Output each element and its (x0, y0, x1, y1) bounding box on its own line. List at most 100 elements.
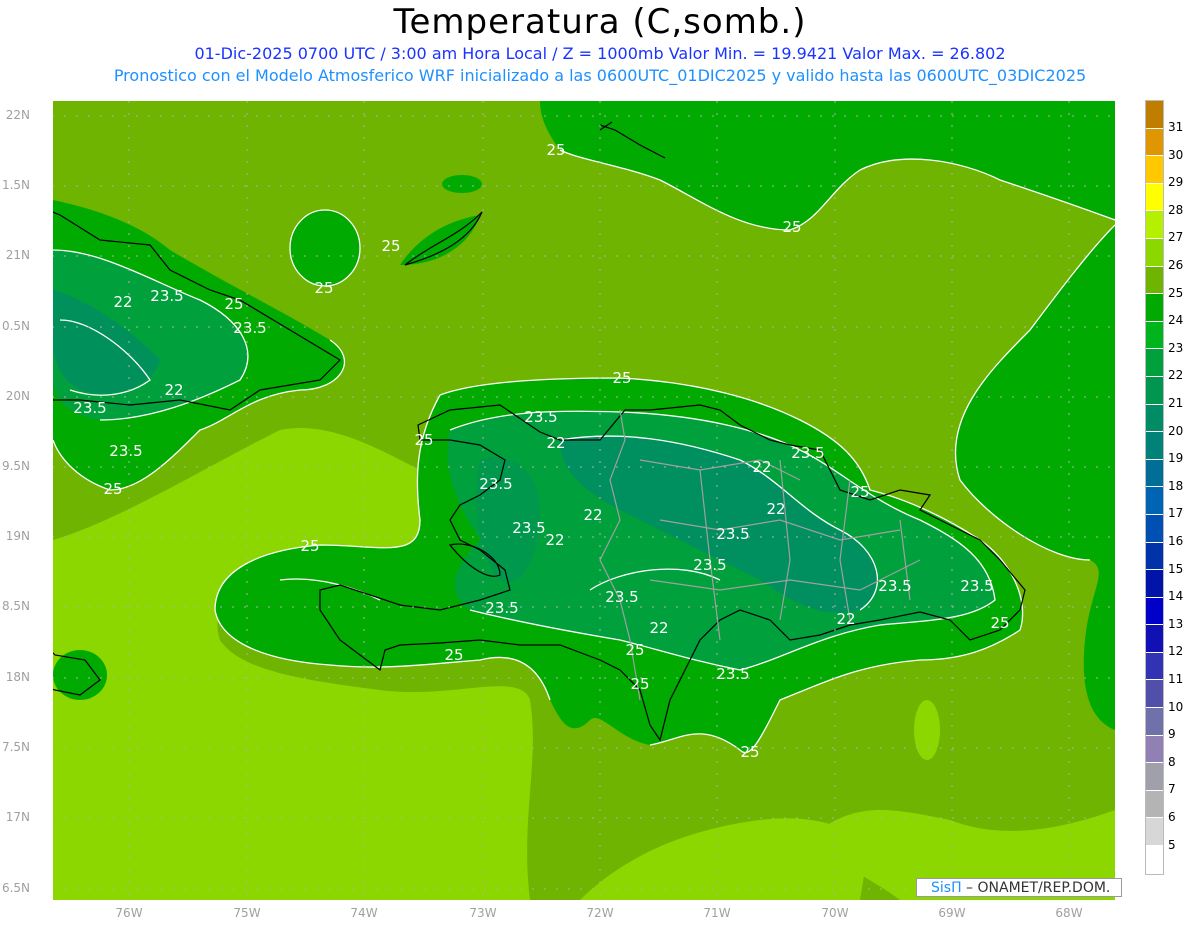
colorbar-label: 29 (1168, 175, 1184, 190)
contour-label: 23.5 (791, 444, 824, 462)
colorbar-swatch (1146, 294, 1163, 322)
lat-label: 18N (5, 670, 30, 684)
contour-label: 25 (612, 369, 631, 387)
credit-box: SisΠ – ONAMET/REP.DOM. (916, 878, 1122, 897)
colorbar-swatch (1146, 156, 1163, 184)
lon-label: 68W (1055, 906, 1083, 920)
contour-label: 25 (625, 641, 644, 659)
contour-label: 23.5 (485, 599, 518, 617)
contour-label: 23.5 (693, 556, 726, 574)
green-patch-jamaica (53, 650, 107, 700)
contour-label: 25 (990, 614, 1009, 632)
lon-label: 73W (469, 906, 497, 920)
green-patch (442, 175, 482, 193)
contour-label: 25 (224, 295, 243, 313)
contour-label: 22 (164, 381, 183, 399)
contour-label: 25 (381, 237, 400, 255)
contour-label: 23.5 (73, 399, 106, 417)
colorbar-label: 22 (1168, 368, 1184, 383)
colorbar-swatch (1146, 101, 1163, 129)
lat-label: 7.5N (1, 740, 30, 754)
contour-label: 22 (836, 610, 855, 628)
contour-label: 23.5 (960, 577, 993, 595)
colorbar-label: 11 (1168, 672, 1184, 686)
contour-label: 22 (649, 619, 668, 637)
contour-label: 23.5 (716, 525, 749, 543)
contour-label: 25 (850, 483, 869, 501)
colorbar-label: 8 (1168, 754, 1176, 769)
colorbar-label: 24 (1168, 313, 1184, 328)
lat-label: 6.5N (1, 881, 30, 895)
colorbar-label: 14 (1168, 589, 1184, 604)
colorbar-swatch (1146, 652, 1163, 681)
contour-label: 25 (414, 431, 433, 449)
contour-label: 25 (740, 743, 759, 761)
contour-label: 22 (583, 506, 602, 524)
colorbar-label: 27 (1168, 230, 1184, 245)
colorbar-swatch (1146, 625, 1163, 653)
contour-label: 23.5 (878, 577, 911, 595)
colorbar-label: 16 (1168, 534, 1184, 548)
colorbar-swatch (1146, 818, 1163, 847)
contour-label: 23.5 (605, 588, 638, 606)
contour-label: 23.5 (109, 442, 142, 460)
lat-label: 8.5N (1, 599, 30, 613)
colorbar-swatch (1146, 846, 1163, 874)
colorbar-swatch (1146, 735, 1163, 764)
colorbar-label: 15 (1168, 561, 1184, 576)
colorbar-label: 7 (1168, 782, 1176, 797)
contour-label: 25 (444, 646, 463, 664)
colorbar-label: 25 (1168, 285, 1184, 300)
contour-label: 22 (113, 293, 132, 311)
colorbar-label: 31 (1168, 120, 1184, 134)
lat-label: 22N (5, 108, 30, 122)
lon-label: 75W (233, 906, 261, 920)
colorbar-label: 30 (1168, 147, 1184, 162)
colorbar-label: 12 (1168, 644, 1184, 659)
colorbar (1145, 100, 1164, 875)
lat-label: 20N (5, 389, 30, 403)
contour-label: 25 (782, 218, 801, 236)
colorbar-label: 28 (1168, 202, 1184, 217)
contour-label: 23.5 (233, 319, 266, 337)
colorbar-label: 21 (1168, 396, 1184, 410)
colorbar-swatch (1146, 514, 1163, 543)
colorbar-swatch (1146, 680, 1163, 709)
colorbar-label: 13 (1168, 616, 1184, 631)
colorbar-label: 9 (1168, 727, 1176, 742)
contour-label: 22 (545, 531, 564, 549)
colorbar-swatch (1146, 432, 1163, 460)
contour-label: 23.5 (512, 519, 545, 537)
lat-label: 0.5N (1, 319, 30, 333)
lon-label: 70W (821, 906, 849, 920)
lat-label: 17N (5, 810, 30, 824)
lon-label: 74W (350, 906, 378, 920)
lat-label: 1.5N (1, 178, 30, 192)
colorbar-swatch (1146, 487, 1163, 515)
colorbar-swatch (1146, 597, 1163, 626)
credit-text: – ONAMET/REP.DOM. (961, 880, 1111, 896)
colorbar-label: 23 (1168, 340, 1184, 355)
contour-label: 22 (752, 458, 771, 476)
lon-label: 72W (586, 906, 614, 920)
lat-label: 9.5N (1, 459, 30, 473)
colorbar-swatch (1146, 211, 1163, 239)
lat-label: 21N (5, 248, 30, 262)
colorbar-label: 18 (1168, 478, 1184, 493)
colorbar-label: 26 (1168, 258, 1184, 272)
colorbar-swatch (1146, 266, 1163, 295)
colorbar-swatch (1146, 542, 1163, 571)
colorbar-swatch (1146, 404, 1163, 433)
colorbar-swatch (1146, 349, 1163, 377)
lon-label: 71W (703, 906, 731, 920)
colorbar-swatch (1146, 790, 1163, 819)
contour-label: 25 (300, 537, 319, 555)
contour-label: 23.5 (716, 665, 749, 683)
contour-label: 22 (766, 500, 785, 518)
lon-label: 69W (938, 906, 966, 920)
colorbar-label: 6 (1168, 810, 1176, 824)
colorbar-label: 19 (1168, 451, 1184, 466)
contour-label: 23.5 (479, 475, 512, 493)
sispi-logo: SisΠ (931, 880, 962, 896)
contour-label: 25 (314, 279, 333, 297)
